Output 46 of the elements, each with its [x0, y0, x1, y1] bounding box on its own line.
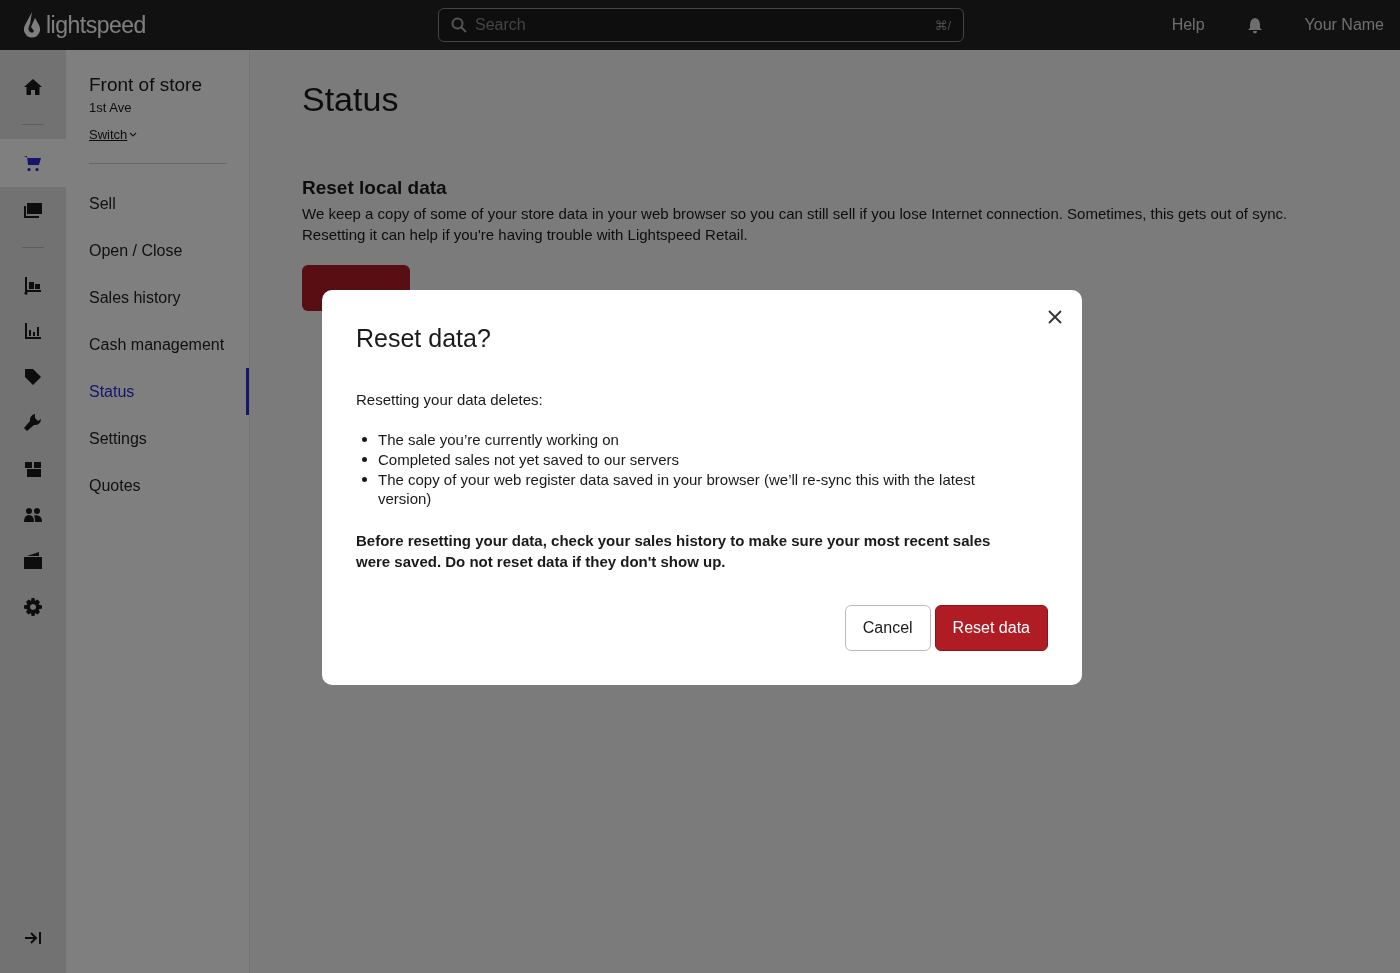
list-item: Completed sales not yet saved to our servers	[378, 450, 679, 469]
subnav-item[interactable]: Open / Close	[89, 227, 249, 274]
boxes-icon	[23, 459, 43, 479]
cancel-button[interactable]: Cancel	[844, 605, 931, 651]
subnav-item[interactable]: Quotes	[89, 462, 249, 509]
cart-icon	[23, 153, 43, 173]
store-name: Front of store	[89, 74, 203, 96]
register-icon	[23, 200, 43, 220]
store-location: 1st Ave	[89, 100, 133, 115]
gear-icon	[23, 597, 43, 617]
subnav-item[interactable]: Cash management	[89, 321, 249, 368]
people-icon	[23, 505, 43, 525]
dialog-intro: Resetting your data deletes:	[356, 391, 544, 408]
list-item: The copy of your web register data saved in your browser (we’ll re-sync this with the latest version)	[378, 470, 976, 508]
help-link[interactable]: Help	[1171, 16, 1205, 34]
section-title: Reset local data	[302, 177, 448, 199]
subnav-item[interactable]: Status	[89, 368, 249, 415]
reports-icon	[23, 321, 43, 341]
collapse-arrow-icon[interactable]	[24, 931, 42, 945]
home-icon	[23, 77, 43, 97]
user-menu[interactable]: Your Name	[1304, 16, 1384, 34]
rail-item[interactable]	[0, 139, 66, 187]
wallet-icon	[23, 551, 43, 571]
subnav-item[interactable]: Sales history	[89, 274, 249, 321]
bullet-icon	[362, 457, 367, 462]
list-item: The sale you’re currently working on	[378, 430, 619, 449]
brand-name: lightspeed	[46, 11, 146, 39]
switch-link[interactable]: Switch	[89, 127, 138, 142]
subnav-item[interactable]: Settings	[89, 415, 249, 462]
bell-icon[interactable]	[1246, 16, 1263, 34]
close-icon[interactable]	[1047, 309, 1063, 325]
inventory-icon	[23, 275, 43, 295]
chevron-down-icon	[129, 131, 138, 138]
bullet-icon	[362, 437, 367, 442]
wrench-icon	[23, 413, 43, 433]
subnav-item[interactable]: Sell	[89, 180, 249, 227]
page-title: Status	[302, 80, 400, 119]
bullet-icon	[362, 477, 367, 482]
dialog-warning: Before resetting your data, check your sales history to make sure your most recent sales were saved. Do not reset data if they don't show up.	[356, 531, 992, 572]
flame-logo-icon	[22, 11, 42, 39]
dialog-title: Reset data?	[356, 324, 492, 353]
shortcut-hint: ⌘/	[934, 17, 951, 33]
tag-icon	[23, 367, 43, 387]
search-icon	[451, 17, 467, 33]
reset-data-button[interactable]: Reset data	[934, 605, 1048, 651]
section-description: We keep a copy of some of your store data in your web browser so you can still sell if you lose Internet connection. Sometimes, this gets out of sync. Resetting it can help if you're having trouble with Lightspeed Retail.	[302, 204, 1289, 245]
